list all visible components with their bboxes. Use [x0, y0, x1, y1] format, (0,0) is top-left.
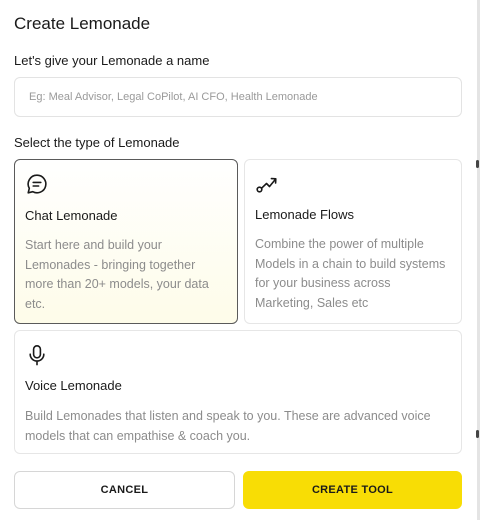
microphone-icon [29, 344, 45, 366]
card-description: Combine the power of multiple Models in … [255, 237, 446, 310]
type-section-label: Select the type of Lemonade [14, 135, 180, 150]
create-lemonade-dialog: Create Lemonade Let's give your Lemonade… [0, 0, 480, 520]
name-section-label: Let's give your Lemonade a name [14, 53, 210, 68]
card-lemonade-flows[interactable]: Lemonade Flows Combine the power of mult… [244, 159, 462, 324]
create-tool-button[interactable]: CREATE TOOL [243, 471, 462, 509]
cancel-button[interactable]: CANCEL [14, 471, 235, 509]
lemonade-name-input[interactable] [14, 77, 462, 117]
card-title: Voice Lemonade [25, 378, 122, 393]
card-voice-lemonade[interactable]: Voice Lemonade Build Lemonades that list… [14, 330, 462, 454]
page-edge-marker [476, 160, 479, 168]
card-description: Start here and build your Lemonades - br… [25, 238, 209, 311]
card-title: Lemonade Flows [255, 207, 354, 222]
page-edge-marker [476, 430, 479, 438]
card-description: Build Lemonades that listen and speak to… [25, 409, 431, 443]
card-chat-lemonade[interactable]: Chat Lemonade Start here and build your … [14, 159, 238, 324]
card-title: Chat Lemonade [25, 208, 118, 223]
dialog-title: Create Lemonade [14, 14, 151, 33]
flow-arrow-icon [256, 177, 277, 193]
chat-bubble-icon [27, 174, 47, 194]
